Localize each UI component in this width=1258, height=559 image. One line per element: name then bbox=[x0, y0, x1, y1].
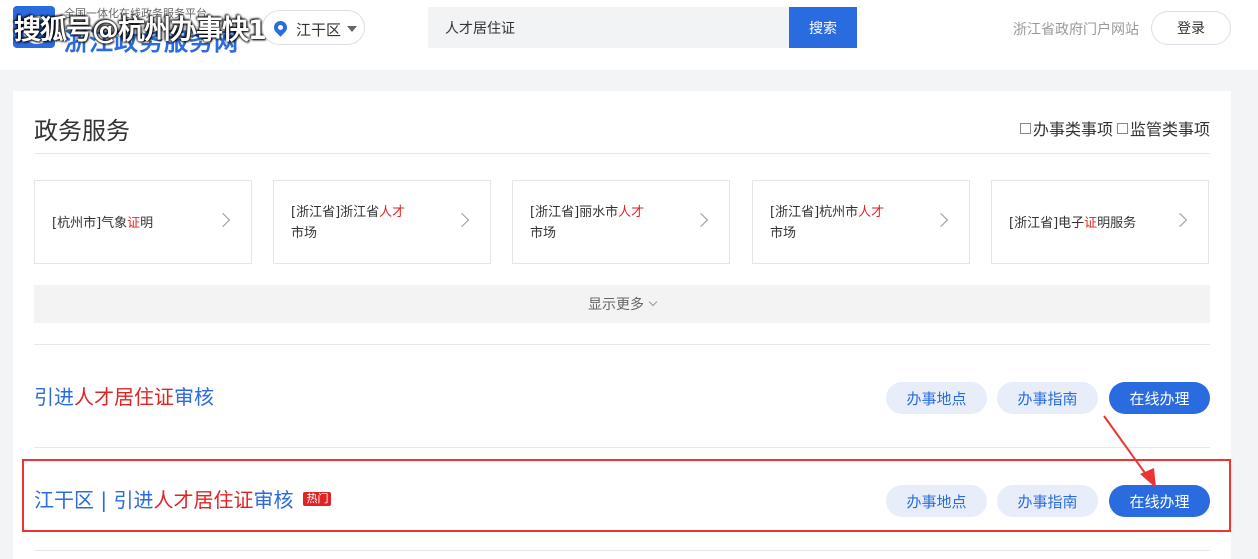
caret-down-icon bbox=[347, 26, 357, 32]
service-item-title[interactable]: 引进 人才居住证 审核 bbox=[34, 381, 214, 410]
guide-button[interactable]: 办事指南 bbox=[997, 382, 1098, 414]
apply-online-button[interactable]: 在线办理 bbox=[1109, 382, 1210, 414]
suggestion-tile[interactable]: [浙江省]浙江省人才 市场 bbox=[273, 180, 491, 264]
filter-affairs-label: 办事类事项 bbox=[1032, 120, 1113, 139]
chevron-right-icon bbox=[1172, 212, 1188, 228]
search-input[interactable] bbox=[428, 7, 789, 48]
search-button[interactable]: 搜索 bbox=[789, 7, 857, 48]
site-slogan: 全国一体化在线政务服务平台 bbox=[64, 7, 207, 20]
region-label: 江干区 bbox=[296, 21, 342, 39]
annotation-arrow-icon bbox=[1103, 415, 1156, 488]
suggestion-tile[interactable]: [浙江省]杭州市人才 市场 bbox=[752, 180, 970, 264]
tile-text: [浙江省]丽水市人才 市场 bbox=[530, 205, 645, 241]
divider bbox=[34, 447, 1210, 448]
show-more-button[interactable]: 显示更多 bbox=[34, 285, 1210, 323]
location-pin-icon bbox=[271, 18, 290, 37]
tile-text: [浙江省]电子证明服务 bbox=[1009, 215, 1137, 231]
section-title: 政务服务 bbox=[34, 117, 130, 145]
filter-affairs[interactable]: 办事类事项 bbox=[1019, 116, 1113, 140]
filter-supervision-checkbox[interactable] bbox=[1116, 122, 1128, 134]
filter-group: 办事类事项 监管类事项 bbox=[1019, 116, 1210, 140]
chevron-down-icon bbox=[648, 297, 658, 307]
suggestion-tile[interactable]: [浙江省]丽水市人才 市场 bbox=[512, 180, 730, 264]
login-button[interactable]: 登录 bbox=[1151, 11, 1231, 45]
chevron-right-icon bbox=[933, 212, 949, 228]
divider bbox=[34, 550, 1210, 551]
tile-text: [浙江省]浙江省人才 市场 bbox=[291, 205, 406, 241]
suggestion-tile[interactable]: [杭州市]气象证明 bbox=[34, 180, 252, 264]
chevron-right-icon bbox=[215, 212, 231, 228]
divider bbox=[34, 153, 1210, 154]
tile-text: [浙江省]杭州市人才 市场 bbox=[770, 205, 885, 241]
tile-text: [杭州市]气象证明 bbox=[52, 215, 154, 231]
location-button[interactable]: 办事地点 bbox=[886, 382, 987, 414]
filter-supervision-label: 监管类事项 bbox=[1129, 120, 1210, 139]
divider bbox=[34, 344, 1210, 345]
site-logo-icon[interactable] bbox=[13, 6, 55, 48]
show-more-label: 显示更多 bbox=[588, 297, 644, 313]
annotation-highlight-box bbox=[22, 459, 1231, 532]
filter-affairs-checkbox[interactable] bbox=[1019, 122, 1031, 134]
chevron-right-icon bbox=[454, 212, 470, 228]
chevron-right-icon bbox=[693, 212, 709, 228]
region-selector[interactable]: 江干区 bbox=[262, 10, 365, 45]
site-name[interactable]: 浙江政务服务网 bbox=[64, 22, 239, 57]
filter-supervision[interactable]: 监管类事项 bbox=[1116, 116, 1210, 140]
suggestion-tile[interactable]: [浙江省]电子证明服务 bbox=[991, 180, 1209, 264]
gov-portal-link[interactable]: 浙江省政府门户网站 bbox=[1013, 19, 1139, 39]
top-header: 全国一体化在线政务服务平台 浙江政务服务网 搜狐号@杭州办事快1 江干区 搜索 … bbox=[0, 0, 1258, 70]
suggestion-tiles: [杭州市]气象证明 [浙江省]浙江省人才 市场 [浙江省]丽水市人才 市场 [浙江省… bbox=[34, 180, 1210, 264]
